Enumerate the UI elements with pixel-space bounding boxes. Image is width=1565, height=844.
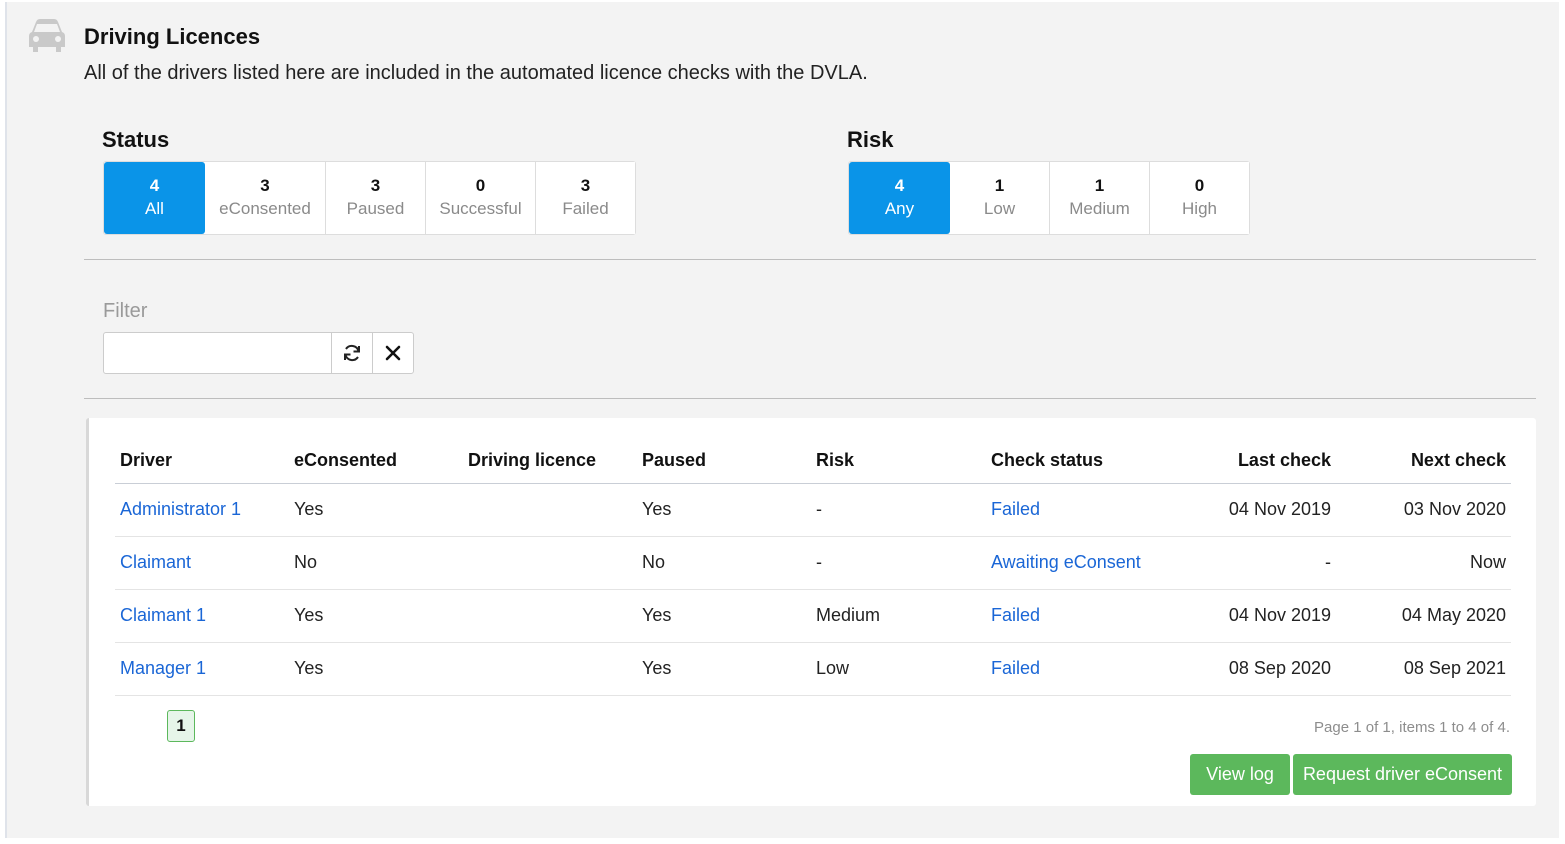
risk-label: Low: [983, 199, 1016, 218]
driver-link[interactable]: Manager 1: [115, 642, 289, 696]
next-check-cell: 04 May 2020: [1336, 589, 1511, 643]
column-header-econsented[interactable]: eConsented: [289, 438, 463, 484]
next-check-cell: 03 Nov 2020: [1336, 483, 1511, 537]
column-header-driving-licence[interactable]: Driving licence: [463, 438, 637, 484]
filter-input[interactable]: [104, 333, 331, 373]
econsented-cell: Yes: [289, 483, 463, 537]
driver-link[interactable]: Administrator 1: [115, 483, 289, 537]
status-filter-successful[interactable]: 0 Successful: [426, 162, 536, 234]
driving-licence-cell: [463, 589, 637, 643]
status-count: 3: [580, 176, 591, 195]
status-label: Paused: [346, 199, 405, 218]
econsented-cell: Yes: [289, 589, 463, 643]
last-check-cell: 04 Nov 2019: [1161, 483, 1336, 537]
driving-licence-cell: [463, 642, 637, 696]
check-status-link[interactable]: Awaiting eConsent: [986, 536, 1161, 590]
car-icon: [29, 19, 65, 52]
risk-filter-group: 4 Any 1 Low 1 Medium 0 High: [848, 161, 1250, 235]
status-filter-all[interactable]: 4 All: [104, 162, 205, 234]
driver-link[interactable]: Claimant: [115, 536, 289, 590]
risk-count: 4: [894, 176, 905, 195]
last-check-cell: 04 Nov 2019: [1161, 589, 1336, 643]
paused-cell: Yes: [637, 642, 811, 696]
status-count: 3: [260, 176, 270, 195]
check-status-link[interactable]: Failed: [986, 642, 1161, 696]
status-label: Failed: [562, 199, 609, 218]
status-filter-paused[interactable]: 3 Paused: [326, 162, 426, 234]
table-row: Claimant No No - Awaiting eConsent - Now: [115, 536, 1511, 590]
column-header-risk[interactable]: Risk: [811, 438, 986, 484]
column-header-next-check[interactable]: Next check: [1336, 438, 1511, 484]
driving-licence-cell: [463, 536, 637, 590]
next-check-cell: 08 Sep 2021: [1336, 642, 1511, 696]
driver-link[interactable]: Claimant 1: [115, 589, 289, 643]
status-label: eConsented: [219, 199, 311, 218]
clear-filter-button[interactable]: [372, 333, 413, 373]
risk-cell: Medium: [811, 589, 986, 643]
risk-count: 0: [1194, 176, 1205, 195]
risk-filter-label: Risk: [847, 127, 894, 152]
drivers-table-card: Driver eConsented Driving licence Paused…: [86, 418, 1536, 806]
status-filter-group: 4 All 3 eConsented 3 Paused 0 Successful…: [103, 161, 636, 235]
page-button-1[interactable]: 1: [167, 710, 195, 742]
next-check-cell: Now: [1336, 536, 1511, 590]
last-check-cell: 08 Sep 2020: [1161, 642, 1336, 696]
status-filter-failed[interactable]: 3 Failed: [536, 162, 635, 234]
status-count: 4: [149, 176, 160, 195]
status-count: 0: [475, 176, 486, 195]
driving-licence-cell: [463, 483, 637, 537]
status-filter-econsented[interactable]: 3 eConsented: [205, 162, 326, 234]
view-log-button[interactable]: View log: [1190, 754, 1290, 795]
divider: [84, 398, 1536, 399]
risk-filter-low[interactable]: 1 Low: [950, 162, 1050, 234]
check-status-link[interactable]: Failed: [986, 483, 1161, 537]
divider: [84, 259, 1536, 260]
column-header-paused[interactable]: Paused: [637, 438, 811, 484]
table-row: Manager 1 Yes Yes Low Failed 08 Sep 2020…: [115, 642, 1511, 696]
paused-cell: No: [637, 536, 811, 590]
filter-control: [103, 332, 414, 374]
econsented-cell: No: [289, 536, 463, 590]
risk-count: 1: [1094, 176, 1105, 195]
status-filter-label: Status: [102, 127, 170, 152]
column-header-driver[interactable]: Driver: [115, 438, 289, 484]
pagination-info: Page 1 of 1, items 1 to 4 of 4.: [1314, 719, 1510, 736]
paused-cell: Yes: [637, 589, 811, 643]
risk-label: Any: [884, 199, 915, 218]
refresh-icon: [344, 345, 360, 361]
paused-cell: Yes: [637, 483, 811, 537]
status-label: Successful: [439, 199, 522, 218]
check-status-link[interactable]: Failed: [986, 589, 1161, 643]
risk-filter-any[interactable]: 4 Any: [849, 162, 950, 234]
table-header-row: Driver eConsented Driving licence Paused…: [115, 438, 1511, 484]
filter-label: Filter: [103, 300, 148, 322]
drivers-table: Driver eConsented Driving licence Paused…: [115, 438, 1511, 696]
refresh-button[interactable]: [331, 333, 372, 373]
driving-licences-panel: Driving Licences All of the drivers list…: [5, 2, 1559, 838]
table-row: Claimant 1 Yes Yes Medium Failed 04 Nov …: [115, 589, 1511, 643]
last-check-cell: -: [1161, 536, 1336, 590]
econsented-cell: Yes: [289, 642, 463, 696]
risk-filter-high[interactable]: 0 High: [1150, 162, 1249, 234]
risk-cell: -: [811, 536, 986, 590]
table-row: Administrator 1 Yes Yes - Failed 04 Nov …: [115, 483, 1511, 537]
risk-filter-medium[interactable]: 1 Medium: [1050, 162, 1150, 234]
request-econsent-button[interactable]: Request driver eConsent: [1293, 754, 1512, 795]
page-description: All of the drivers listed here are inclu…: [84, 62, 868, 84]
risk-cell: Low: [811, 642, 986, 696]
status-label: All: [145, 199, 164, 218]
risk-cell: -: [811, 483, 986, 537]
status-count: 3: [370, 176, 381, 195]
risk-count: 1: [994, 176, 1005, 195]
page-title: Driving Licences: [84, 24, 261, 49]
column-header-check-status[interactable]: Check status: [986, 438, 1161, 484]
column-header-last-check[interactable]: Last check: [1161, 438, 1336, 484]
risk-label: Medium: [1069, 199, 1130, 218]
risk-label: High: [1182, 199, 1217, 218]
close-icon: [385, 345, 401, 361]
